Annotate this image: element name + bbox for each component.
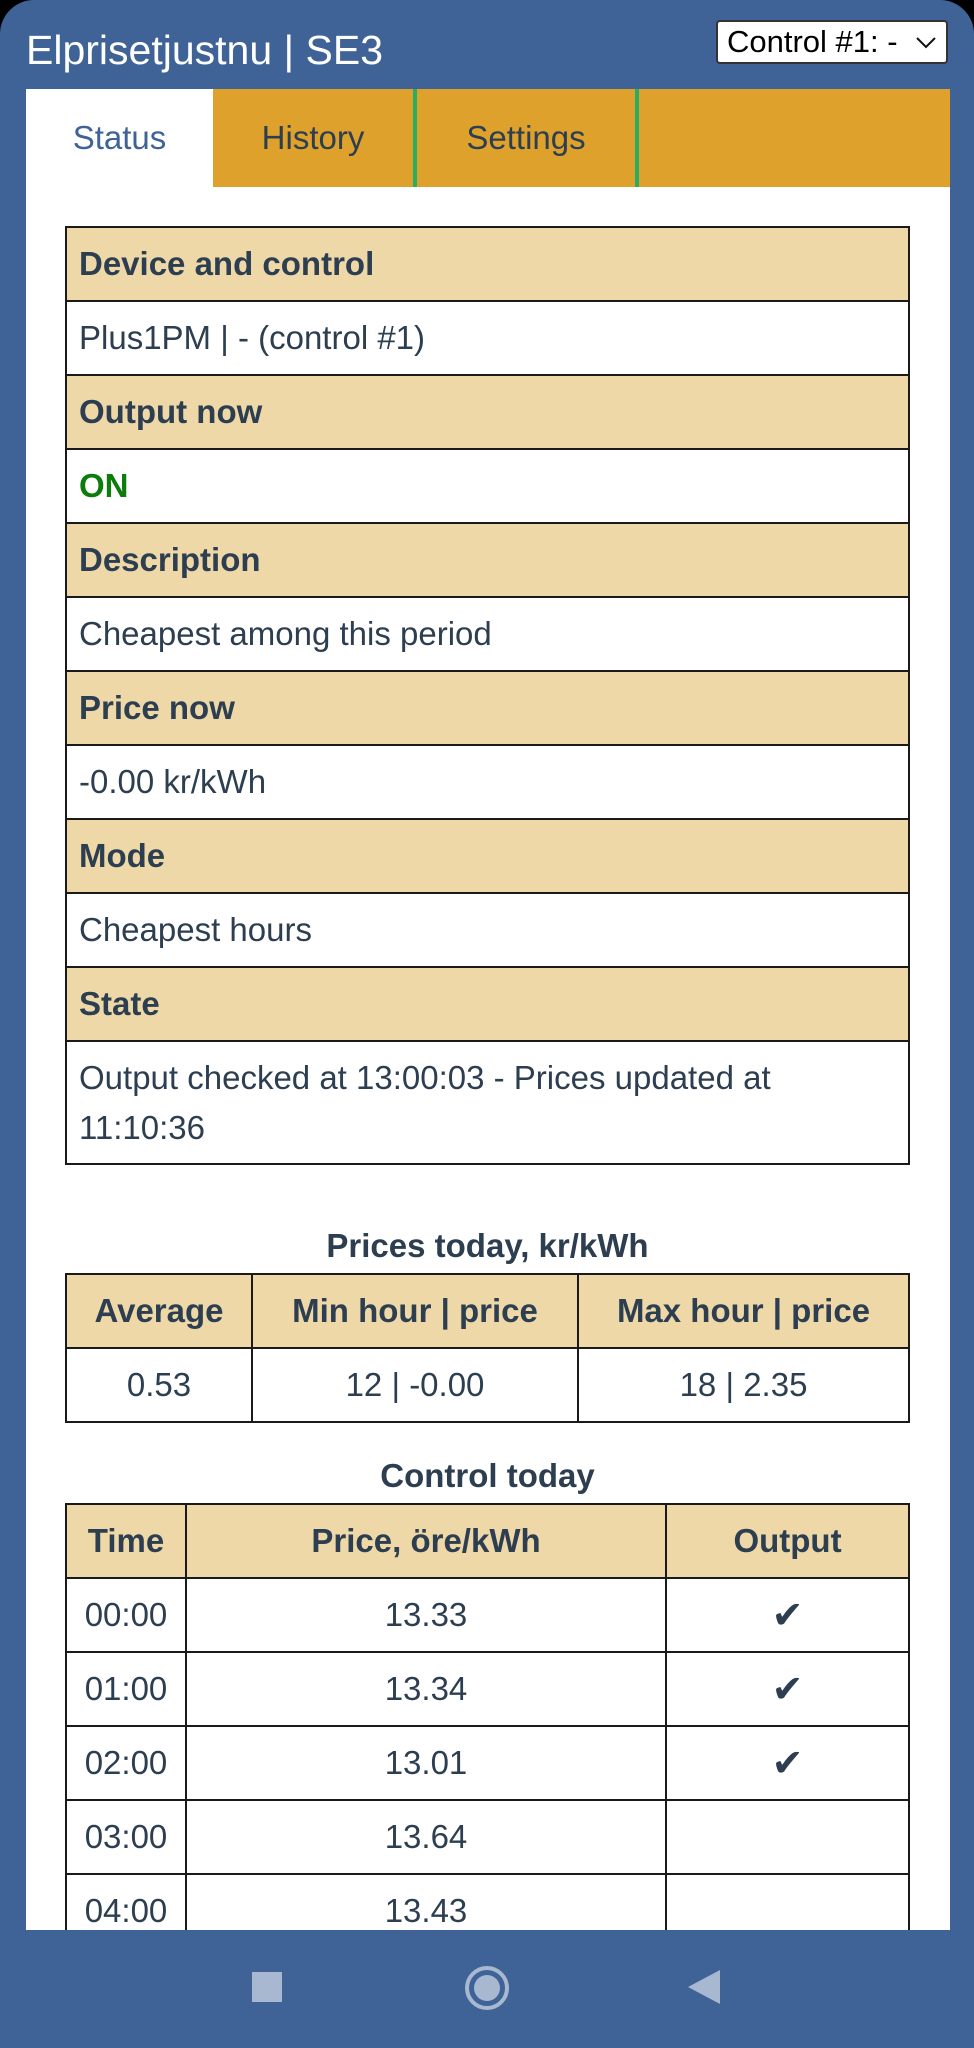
system-navigation-bar: [0, 1930, 974, 2048]
chevron-down-icon: [916, 37, 936, 49]
table-row: 01:00 13.34 ✔: [65, 1651, 910, 1727]
price-header: Price now: [65, 670, 910, 746]
average-header: Average: [65, 1273, 253, 1349]
table-row: 00:00 13.33 ✔: [65, 1577, 910, 1653]
time-cell: 04:00: [65, 1873, 187, 1930]
tab-settings[interactable]: Settings: [417, 89, 635, 187]
control-select-value: Control #1: -: [727, 24, 898, 59]
circle-home-icon[interactable]: [463, 1964, 511, 2012]
time-cell: 01:00: [65, 1651, 187, 1727]
output-cell: [665, 1873, 910, 1930]
max-hour-header: Max hour | price: [577, 1273, 910, 1349]
description-value: Cheapest among this period: [65, 596, 910, 672]
price-cell: 13.43: [185, 1873, 667, 1930]
square-recents-icon[interactable]: [250, 1970, 284, 2004]
status-content: Device and control Plus1PM | - (control …: [26, 187, 950, 1930]
time-header: Time: [65, 1503, 187, 1579]
price-value: -0.00 kr/kWh: [65, 744, 910, 820]
tab-history-label: History: [261, 119, 365, 156]
min-hour-value: 12 | -0.00: [251, 1347, 579, 1423]
table-row: 03:00 13.64: [65, 1799, 910, 1875]
app-screen: Elprisetjustnu | SE3 Control #1: - Statu…: [0, 0, 974, 2048]
time-cell: 03:00: [65, 1799, 187, 1875]
app-title: Elprisetjustnu | SE3: [26, 27, 384, 73]
output-column-header: Output: [665, 1503, 910, 1579]
min-hour-header: Min hour | price: [251, 1273, 579, 1349]
time-cell: 00:00: [65, 1577, 187, 1653]
control-select[interactable]: Control #1: -: [716, 20, 948, 64]
price-cell: 13.01: [185, 1725, 667, 1801]
time-cell: 02:00: [65, 1725, 187, 1801]
checkmark-icon: ✔: [665, 1577, 910, 1653]
tab-history[interactable]: History: [213, 89, 413, 187]
control-today-table: Time Price, öre/kWh Output 00:00 13.33 ✔…: [65, 1503, 910, 1930]
control-today-caption: Control today: [380, 1457, 595, 1494]
table-row: 04:00 13.43: [65, 1873, 910, 1930]
table-row: 02:00 13.01 ✔: [65, 1725, 910, 1801]
state-value: Output checked at 13:00:03 - Prices upda…: [65, 1040, 910, 1165]
tab-bar: Status History Settings: [26, 89, 950, 187]
price-cell: 13.33: [185, 1577, 667, 1653]
price-ore-header: Price, öre/kWh: [185, 1503, 667, 1579]
device-value: Plus1PM | - (control #1): [65, 300, 910, 376]
tab-divider: [635, 89, 639, 187]
mode-value: Cheapest hours: [65, 892, 910, 968]
max-hour-value: 18 | 2.35: [577, 1347, 910, 1423]
description-header: Description: [65, 522, 910, 598]
output-header: Output now: [65, 374, 910, 450]
mode-header: Mode: [65, 818, 910, 894]
output-cell: [665, 1799, 910, 1875]
prices-today-table: Average Min hour | price Max hour | pric…: [65, 1273, 910, 1423]
average-value: 0.53: [65, 1347, 253, 1423]
tab-status-label: Status: [72, 119, 167, 156]
tab-settings-label: Settings: [466, 119, 586, 156]
price-cell: 13.34: [185, 1651, 667, 1727]
prices-today-caption: Prices today, kr/kWh: [326, 1227, 649, 1264]
triangle-back-icon[interactable]: [686, 1968, 722, 2006]
output-value: ON: [65, 448, 910, 524]
checkmark-icon: ✔: [665, 1651, 910, 1727]
status-table: Device and control Plus1PM | - (control …: [65, 226, 910, 1165]
tab-status[interactable]: Status: [26, 89, 213, 187]
checkmark-icon: ✔: [665, 1725, 910, 1801]
device-header: Device and control: [65, 226, 910, 302]
price-cell: 13.64: [185, 1799, 667, 1875]
state-header: State: [65, 966, 910, 1042]
